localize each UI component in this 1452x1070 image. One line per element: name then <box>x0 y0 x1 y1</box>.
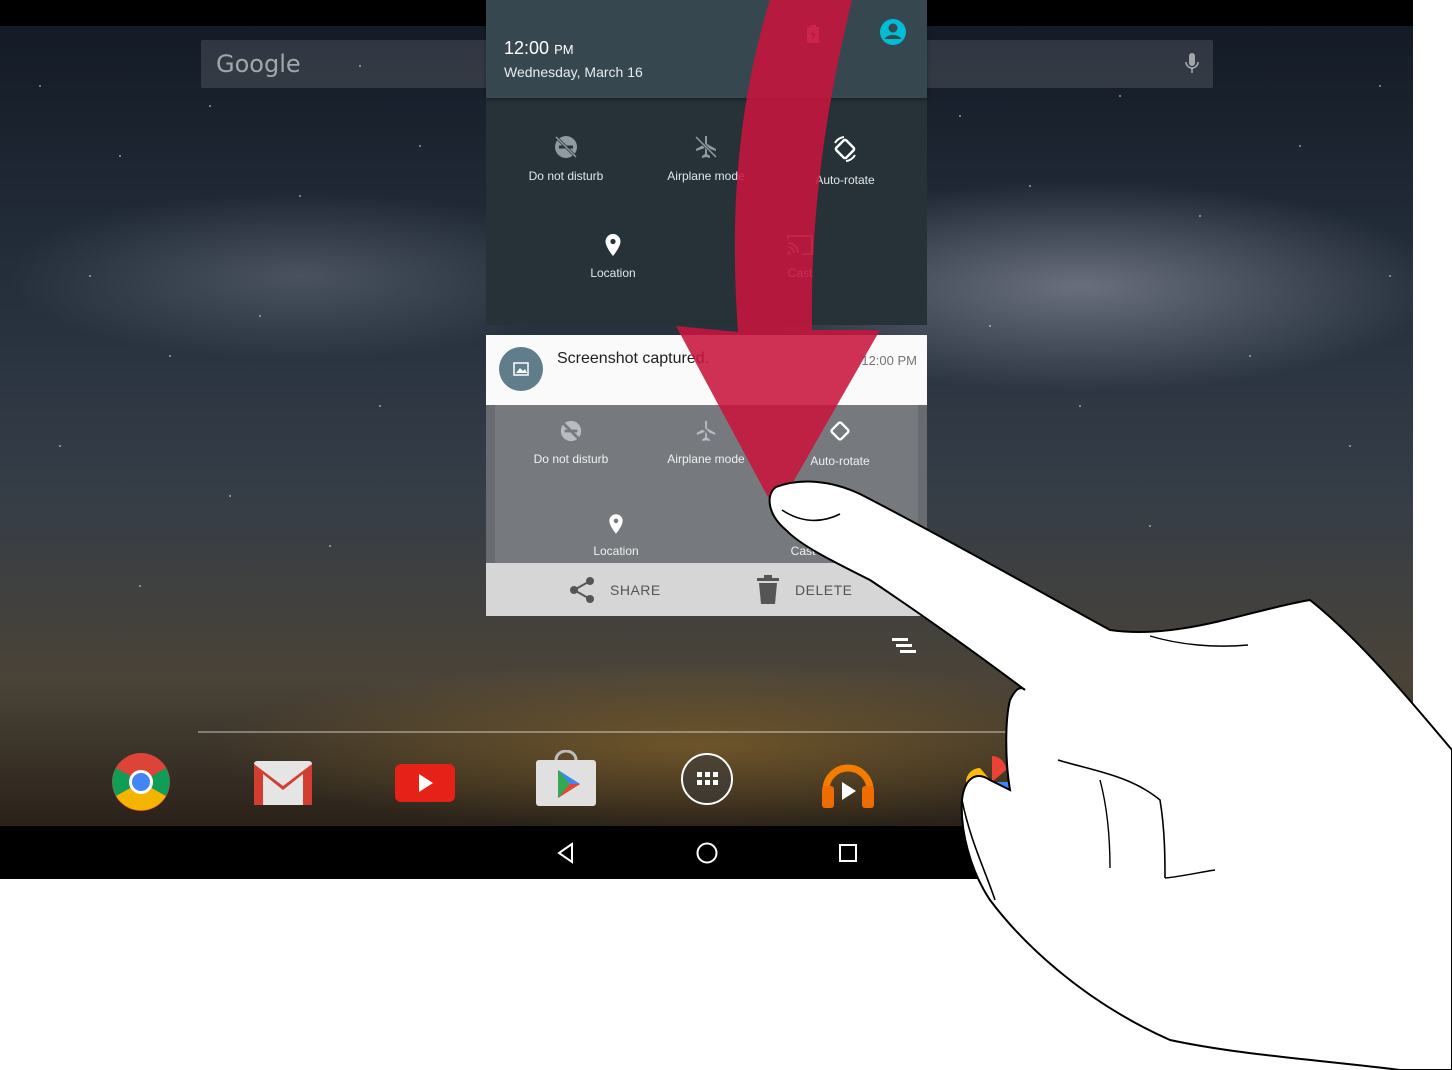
back-icon[interactable] <box>553 840 579 866</box>
do-not-disturb-icon <box>560 420 582 442</box>
tile-auto-rotate[interactable]: Auto-rotate <box>775 134 915 187</box>
clock-time: 12:00 <box>504 38 550 58</box>
location-icon <box>609 514 623 534</box>
delete-icon[interactable] <box>756 575 780 605</box>
shade-header: 12:00 PM Wednesday, March 16 <box>486 0 927 98</box>
airplane-icon <box>695 420 717 442</box>
share-button[interactable]: SHARE <box>610 582 661 598</box>
tile-label: Do not disturb <box>528 169 604 183</box>
notification-shade: 12:00 PM Wednesday, March 16 Do not dist… <box>486 0 927 325</box>
tile-label: Airplane mode <box>667 169 745 183</box>
home-icon[interactable] <box>694 840 720 866</box>
dock-divider <box>198 731 1214 733</box>
play-music-icon[interactable] <box>818 752 878 812</box>
navigation-bar <box>0 826 1413 879</box>
preview-tile-auto-rotate: Auto-rotate <box>770 417 910 468</box>
preview-tile-do-not-disturb: Do not disturb <box>501 419 641 466</box>
google-logo: Google <box>216 50 301 78</box>
tile-airplane-mode[interactable]: Airplane mode <box>636 134 776 183</box>
tile-label: Do not disturb <box>533 452 609 466</box>
app-drawer-icon[interactable] <box>679 751 735 807</box>
preview-image: Do not disturb Airplane mode Auto-rotate… <box>495 405 918 563</box>
tile-location[interactable]: Location <box>543 233 683 280</box>
tile-label: Auto-rotate <box>810 454 870 468</box>
share-icon[interactable] <box>568 575 598 605</box>
tile-label: Auto-rotate <box>815 173 875 187</box>
screenshot-notification[interactable]: Screenshot captured. 12:00 PM <box>486 335 927 405</box>
date: Wednesday, March 16 <box>504 64 643 80</box>
chrome-icon[interactable] <box>111 752 171 812</box>
location-icon <box>605 234 621 256</box>
notification-title: Screenshot captured. <box>557 350 710 367</box>
play-store-icon[interactable] <box>536 750 596 806</box>
delete-button[interactable]: DELETE <box>795 582 852 598</box>
clock-ampm: PM <box>554 42 574 57</box>
notification-icon <box>499 347 543 391</box>
tile-label: Location <box>593 544 639 558</box>
youtube-icon[interactable] <box>395 764 455 802</box>
preview-tile-airplane-mode: Airplane mode <box>636 419 776 466</box>
tile-label: Cast <box>787 266 813 280</box>
screenshot-preview[interactable]: Do not disturb Airplane mode Auto-rotate… <box>486 405 927 563</box>
airplane-icon <box>694 135 718 159</box>
mic-icon[interactable] <box>1185 52 1199 76</box>
clock: 12:00 PM <box>504 38 574 59</box>
gmail-icon[interactable] <box>253 760 313 806</box>
notification-actions: SHARE DELETE <box>486 563 927 616</box>
auto-rotate-icon <box>830 421 850 441</box>
tile-do-not-disturb[interactable]: Do not disturb <box>496 134 636 183</box>
notification-time: 12:00 PM <box>861 353 917 368</box>
preview-tile-location: Location <box>546 513 686 558</box>
do-not-disturb-icon <box>554 135 578 159</box>
preview-tile-cast: Cast <box>733 535 873 558</box>
avatar-icon[interactable] <box>879 18 907 46</box>
photos-icon[interactable] <box>962 752 1022 812</box>
tile-cast[interactable]: Cast <box>730 233 870 280</box>
image-icon <box>513 362 529 376</box>
auto-rotate-icon <box>834 136 856 162</box>
recents-icon[interactable] <box>835 840 861 866</box>
tile-label: Cast <box>790 544 816 558</box>
clear-all-icon[interactable] <box>892 636 918 656</box>
tile-label: Airplane mode <box>667 452 745 466</box>
cast-icon <box>787 235 813 255</box>
tile-label: Location <box>590 266 636 280</box>
battery-icon <box>807 25 819 43</box>
